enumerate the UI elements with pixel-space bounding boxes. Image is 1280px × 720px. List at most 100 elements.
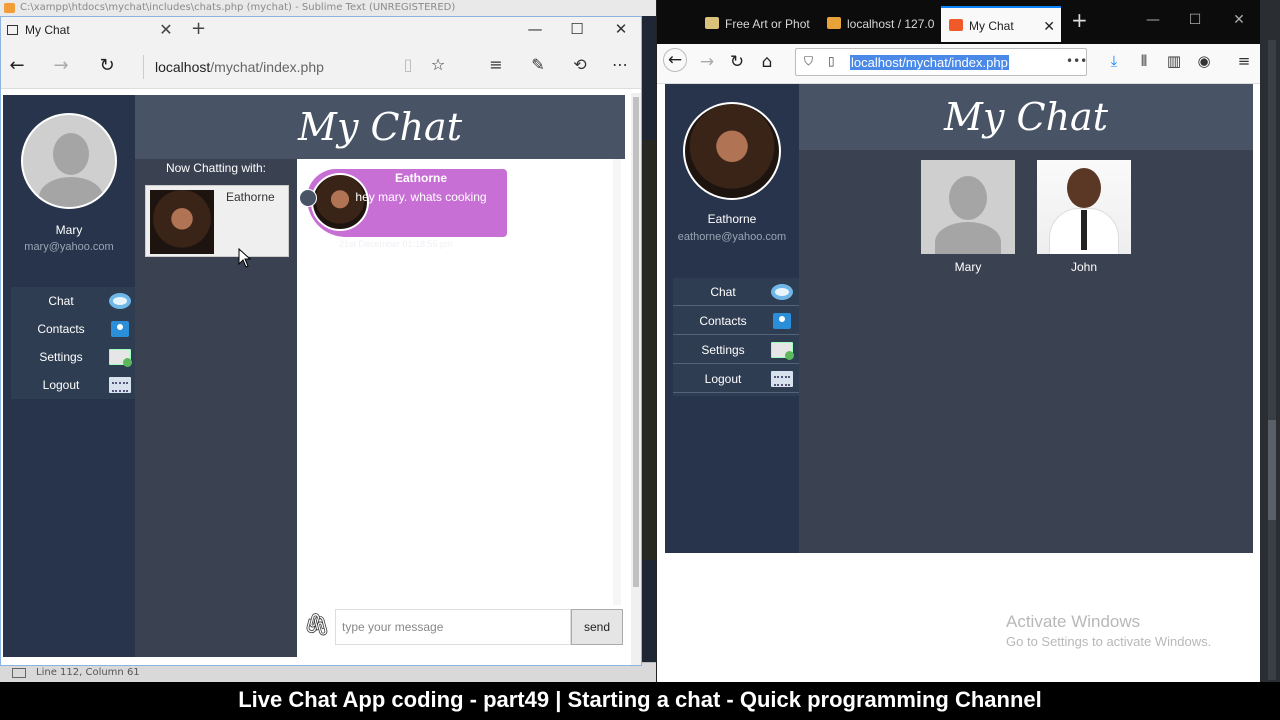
chat-bubble-icon	[109, 293, 131, 309]
firefox-window: Free Art or Phot localhost / 127.0 My Ch…	[656, 0, 1260, 685]
contact-tile-john[interactable]: John	[1037, 160, 1131, 280]
tab-label: My Chat	[969, 19, 1014, 33]
web-note-icon[interactable]: ✎	[527, 55, 549, 74]
edge-url-field[interactable]: localhost/mychat/index.php	[155, 59, 324, 75]
contact-tile-mary[interactable]: Mary	[921, 160, 1015, 280]
user-name: Mary	[55, 223, 83, 237]
close-window-icon[interactable]: ✕	[1229, 12, 1249, 28]
menu-label: Chat	[48, 294, 74, 308]
menu-item-chat[interactable]: Chat	[673, 278, 799, 306]
menu-item-settings[interactable]: Settings	[11, 343, 135, 371]
chat-bubble-icon	[771, 284, 793, 300]
url-path: /mychat/index.php	[210, 59, 324, 75]
maximize-icon[interactable]: ☐	[1185, 12, 1205, 28]
message-bubble: Eathorne hey mary. whats cooking	[307, 169, 507, 237]
url-host: localhost	[155, 59, 211, 75]
menu-item-contacts[interactable]: Contacts	[11, 315, 135, 343]
avatar-head	[949, 176, 987, 220]
menu-label: Contacts	[699, 314, 747, 328]
edge-scroll-thumb[interactable]	[633, 97, 639, 587]
logout-icon	[771, 371, 793, 387]
refresh-icon[interactable]: ↻	[95, 55, 119, 76]
firefox-page: Eathorne eathorne@yahoo.com Chat Contact…	[657, 84, 1260, 685]
edge-tab-title[interactable]: My Chat	[25, 23, 70, 37]
send-button[interactable]: send	[571, 609, 623, 645]
menu-icon[interactable]: ≡	[1233, 52, 1255, 70]
menu-item-logout[interactable]: Logout	[11, 371, 135, 399]
xampp-favicon-icon	[949, 19, 963, 31]
message-sender: Eathorne	[394, 171, 447, 185]
contact-name: John	[1070, 260, 1098, 274]
edge-page-scrollbar[interactable]	[631, 93, 641, 665]
forward-arrow-icon[interactable]: →	[49, 55, 73, 76]
account-icon[interactable]: ◉	[1193, 52, 1215, 70]
contacts-icon	[111, 321, 129, 337]
now-chatting-column: Now Chatting with: Eathorne	[135, 159, 297, 657]
home-icon[interactable]: ⌂	[755, 52, 779, 72]
avatar	[21, 113, 117, 209]
message-input[interactable]: type your message	[335, 609, 571, 645]
screen: C:\xampp\htdocs\mychat\includes\chats.ph…	[0, 0, 1280, 720]
user-email: mary@yahoo.com	[24, 241, 114, 253]
tab-localhost[interactable]: localhost / 127.0	[819, 6, 939, 42]
tab-free-art[interactable]: Free Art or Phot	[697, 6, 815, 42]
minimize-icon[interactable]: —	[525, 20, 545, 38]
background-scroll-thumb	[1268, 420, 1276, 520]
menu-item-contacts[interactable]: Contacts	[673, 307, 799, 335]
url-text[interactable]: localhost/mychat/index.php	[850, 55, 1009, 70]
active-contact-card[interactable]: Eathorne	[145, 185, 289, 257]
hub-icon[interactable]: ≡	[485, 55, 507, 74]
profile-sidebar: Mary mary@yahoo.com Chat Contacts Settin…	[3, 95, 135, 657]
console-icon[interactable]	[12, 668, 26, 678]
download-icon[interactable]: ⤓	[1103, 52, 1125, 70]
phpmyadmin-favicon-icon	[827, 17, 841, 29]
logout-icon	[109, 377, 131, 393]
contacts-icon	[773, 313, 791, 329]
chat-app: Mary mary@yahoo.com Chat Contacts Settin…	[3, 95, 625, 657]
minimize-icon[interactable]: —	[1143, 12, 1163, 28]
photo-tie	[1081, 210, 1087, 250]
library-icon[interactable]: ⫴	[1133, 52, 1155, 70]
message-indicator-dot	[299, 189, 317, 207]
main-menu: Chat Contacts Settings Logout	[11, 287, 135, 399]
firefox-url-bar[interactable]: ⛉ ▯ localhost/mychat/index.php •••	[795, 48, 1087, 76]
messages-scrollbar[interactable]	[613, 159, 621, 607]
forward-arrow-icon[interactable]: →	[695, 52, 719, 72]
menu-label: Logout	[704, 372, 742, 386]
new-tab-icon[interactable]: +	[191, 18, 206, 39]
sidebar-icon[interactable]: ▥	[1163, 52, 1185, 70]
paperclip-icon[interactable]: 🖇	[303, 613, 331, 638]
background-scroll-track	[1268, 40, 1276, 680]
menu-item-chat[interactable]: Chat	[11, 287, 135, 315]
tab-close-icon[interactable]: ✕	[159, 20, 173, 39]
tab-page-icon	[7, 25, 18, 35]
tab-close-icon[interactable]: ✕	[1043, 8, 1055, 42]
shield-icon[interactable]: ⛉	[804, 54, 813, 69]
tab-label: Free Art or Phot	[725, 17, 810, 31]
settings-icon	[771, 342, 794, 360]
main-panel: My Chat Mary John	[799, 84, 1253, 553]
more-icon[interactable]: ⋯	[609, 55, 631, 74]
app-title: My Chat	[135, 95, 625, 159]
sublime-title-bar: C:\xampp\htdocs\mychat\includes\chats.ph…	[0, 0, 660, 16]
reload-icon[interactable]: ↻	[725, 52, 749, 72]
avatar	[683, 102, 781, 200]
photo-head	[1067, 168, 1101, 208]
close-window-icon[interactable]: ✕	[611, 20, 631, 38]
menu-item-settings[interactable]: Settings	[673, 336, 799, 364]
reading-view-icon[interactable]: ▯	[397, 55, 419, 74]
menu-label: Settings	[701, 343, 745, 357]
share-icon[interactable]: ⟲	[569, 55, 591, 74]
favorite-star-icon[interactable]: ☆	[427, 55, 449, 74]
activate-windows-watermark: Activate Windows Go to Settings to activ…	[1006, 612, 1211, 649]
new-tab-icon[interactable]: +	[1071, 8, 1088, 32]
maximize-icon[interactable]: ☐	[567, 20, 587, 38]
page-info-icon[interactable]: ▯	[828, 54, 835, 68]
back-arrow-icon[interactable]: ←	[5, 55, 29, 76]
back-arrow-icon[interactable]: ←	[663, 48, 687, 72]
user-name: Eathorne	[707, 212, 757, 226]
menu-item-logout[interactable]: Logout	[673, 365, 799, 393]
settings-icon	[109, 349, 132, 367]
page-actions-icon[interactable]: •••	[1066, 54, 1087, 68]
tab-my-chat[interactable]: My Chat ✕	[941, 6, 1061, 42]
